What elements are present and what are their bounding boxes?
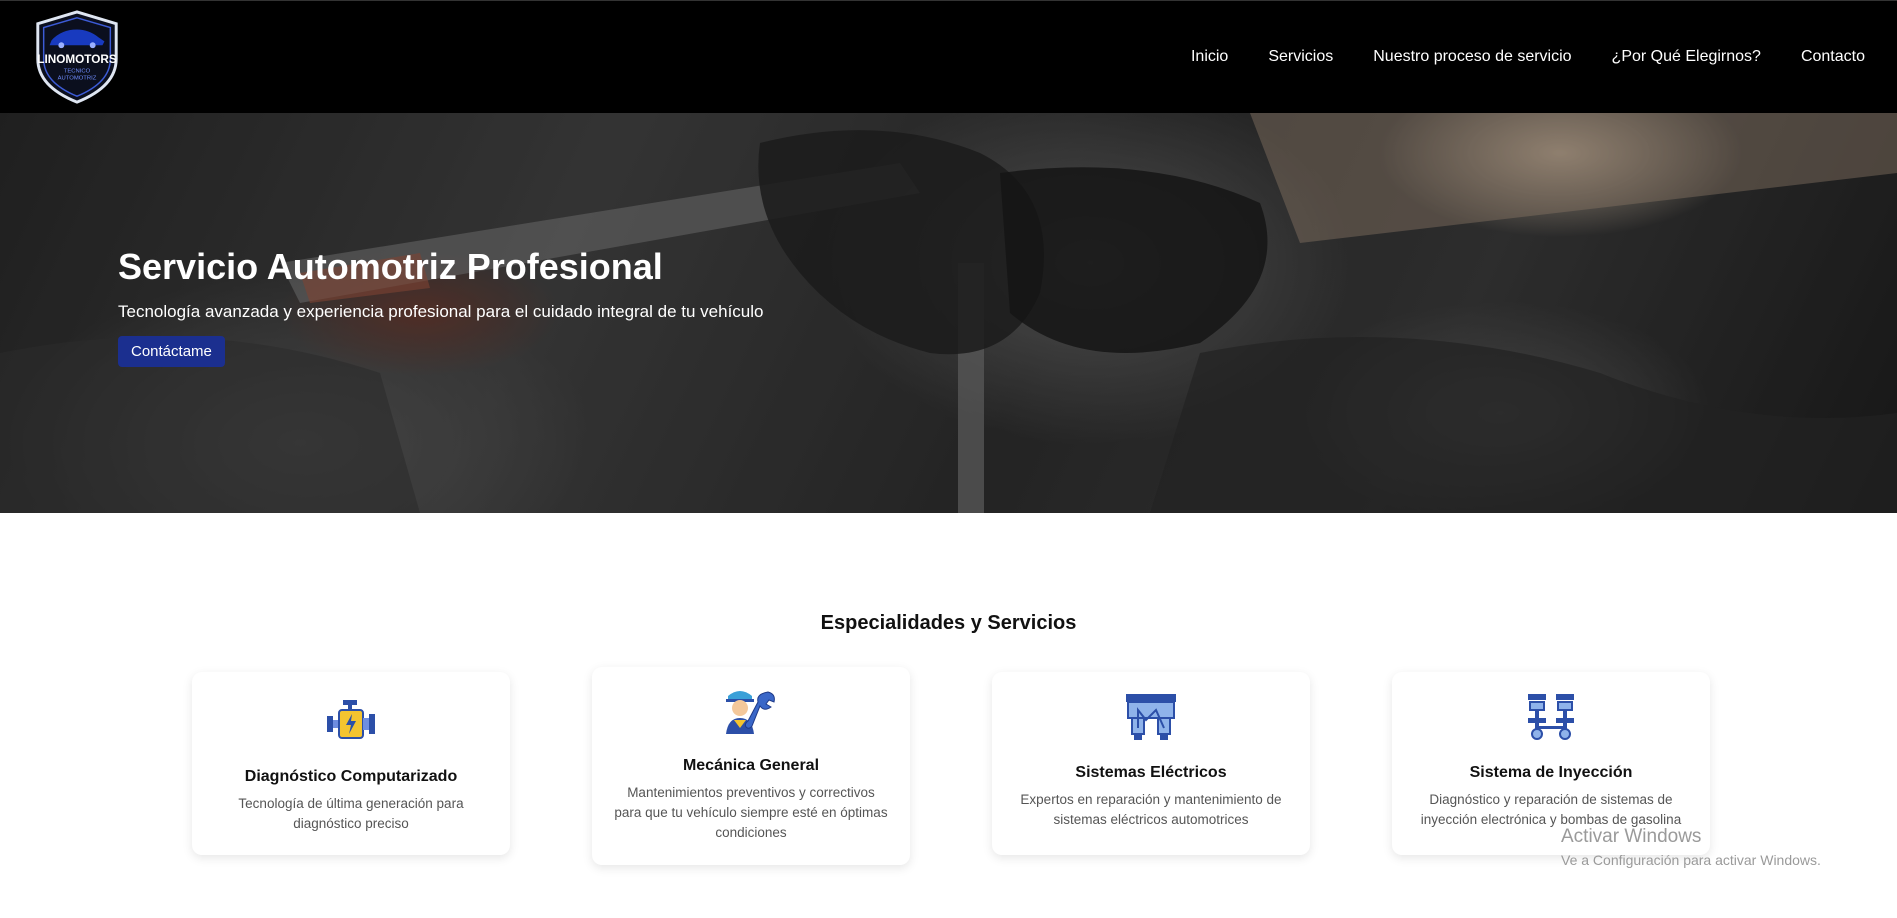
watermark-subtitle: Ve a Configuración para activar Windows.	[1561, 852, 1821, 868]
hero-title: Servicio Automotriz Profesional	[118, 246, 663, 287]
svg-text:AUTOMOTRIZ: AUTOMOTRIZ	[58, 76, 97, 82]
nav-link-por-que-elegirnos[interactable]: ¿Por Qué Elegirnos?	[1612, 48, 1761, 66]
service-card-title: Sistemas Eléctricos	[1075, 764, 1227, 781]
service-card-title: Diagnóstico Computarizado	[244, 768, 458, 785]
contact-button[interactable]: Contáctame	[118, 336, 225, 367]
services-section-title: Especialidades y Servicios	[820, 612, 1077, 634]
svg-text:TECNICO: TECNICO	[64, 69, 91, 75]
fuse-icon	[1126, 694, 1176, 740]
service-card-description: Diagnóstico y reparación de sistemas de …	[1420, 792, 1682, 827]
windows-activation-watermark: Activar Windows Ve a Configuración para …	[1561, 826, 1821, 868]
engine-icon	[327, 700, 375, 739]
hero-subtitle: Tecnología avanzada y experiencia profes…	[118, 302, 764, 321]
service-card-title: Sistema de Inyección	[1469, 764, 1633, 781]
service-card-title: Mecánica General	[682, 757, 820, 774]
service-card-diagnostico[interactable]: Diagnóstico Computarizado Tecnología de …	[192, 672, 510, 855]
injection-icon	[1528, 694, 1574, 740]
watermark-title: Activar Windows	[1561, 826, 1702, 847]
nav-link-inicio[interactable]: Inicio	[1191, 48, 1228, 66]
hero-banner: Servicio Automotriz Profesional Tecnolog…	[0, 113, 1897, 513]
navbar: LINOMOTORS TECNICO AUTOMOTRIZ Inicio Ser…	[0, 0, 1897, 113]
main-nav: Inicio Servicios Nuestro proceso de serv…	[1191, 48, 1865, 66]
service-card-mecanica[interactable]: Mecánica General Mantenimientos preventi…	[592, 667, 910, 865]
service-card-description: Mantenimientos preventivos y correctivos…	[614, 785, 888, 840]
nav-link-proceso[interactable]: Nuestro proceso de servicio	[1373, 48, 1571, 66]
service-card-electricos[interactable]: Sistemas Eléctricos Expertos en reparaci…	[992, 672, 1310, 855]
mechanic-icon	[726, 691, 775, 734]
service-card-description: Expertos en reparación y mantenimiento d…	[1020, 792, 1282, 827]
nav-link-contacto[interactable]: Contacto	[1801, 48, 1865, 66]
nav-link-servicios[interactable]: Servicios	[1268, 48, 1333, 66]
linomotors-logo[interactable]: LINOMOTORS TECNICO AUTOMOTRIZ	[28, 8, 126, 106]
service-card-description: Tecnología de última generación para dia…	[238, 796, 464, 831]
hero-content: Servicio Automotriz Profesional Tecnolog…	[118, 246, 764, 367]
svg-text:LINOMOTORS: LINOMOTORS	[37, 53, 117, 66]
